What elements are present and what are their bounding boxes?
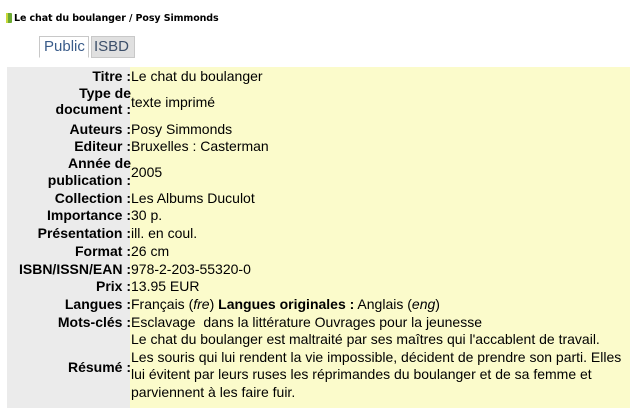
langues-label: Langues : bbox=[64, 296, 131, 312]
tab-public[interactable]: Public bbox=[39, 36, 89, 58]
view-tabs: Public ISBD bbox=[39, 36, 135, 58]
record-title: Le chat du boulanger / Posy Simmonds bbox=[14, 12, 219, 24]
titre-value: Le chat du boulanger bbox=[131, 68, 263, 84]
format-value: 26 cm bbox=[131, 243, 170, 259]
presentation-value: ill. en coul. bbox=[131, 225, 198, 241]
importance-value: 30 p. bbox=[131, 207, 163, 223]
prix-value: 13.95 EUR bbox=[131, 278, 200, 294]
annee-label-line1: Année de bbox=[67, 155, 131, 171]
collection-value[interactable]: Les Albums Duculot bbox=[131, 191, 255, 205]
langue: Français bbox=[131, 296, 185, 312]
mots-cles-value: Esclavage dans la littérature Ouvrages p… bbox=[131, 315, 482, 329]
annee-value: 2005 bbox=[131, 164, 163, 180]
auteurs-value[interactable]: Posy Simmonds bbox=[131, 122, 232, 136]
type-value: texte imprimé bbox=[131, 94, 216, 110]
langue-originale: Anglais bbox=[357, 296, 404, 312]
prix-label: Prix : bbox=[95, 278, 131, 294]
langues-value: Français (fre) Langues originales : Angl… bbox=[131, 296, 440, 312]
type-label-line2: document : bbox=[55, 101, 131, 117]
resume-label: Résumé : bbox=[67, 359, 131, 375]
importance-label: Importance : bbox=[46, 207, 131, 223]
langues-originales-label: Langues originales : bbox=[218, 296, 355, 312]
langue-originale-code: eng bbox=[411, 296, 436, 312]
annee-label-line2: publication : bbox=[47, 172, 131, 188]
format-label: Format : bbox=[75, 243, 131, 259]
editeur-value[interactable]: Bruxelles : Casterman bbox=[131, 139, 269, 153]
isbn-value: 978-2-203-55320-0 bbox=[131, 261, 251, 277]
editeur-label: Editeur : bbox=[74, 138, 131, 154]
book-icon bbox=[6, 13, 13, 23]
isbn-label: ISBN/ISSN/EAN : bbox=[18, 261, 131, 277]
subject-link-2[interactable]: Ouvrages pour la jeunesse bbox=[315, 314, 482, 330]
resume-value: Le chat du boulanger est maltraité par s… bbox=[131, 331, 622, 401]
auteurs-label: Auteurs : bbox=[69, 121, 131, 137]
collection-label: Collection : bbox=[54, 190, 131, 206]
record-detail-panel: Titre : Le chat du boulanger Type de doc… bbox=[7, 67, 630, 408]
subject-link-1[interactable]: Esclavage dans la littérature bbox=[131, 314, 311, 330]
type-label-line1: Type de bbox=[79, 85, 131, 101]
mots-cles-label: Mots-clés : bbox=[57, 314, 131, 330]
tab-isbd[interactable]: ISBD bbox=[91, 36, 135, 58]
titre-label: Titre : bbox=[92, 68, 131, 84]
presentation-label: Présentation : bbox=[37, 225, 131, 241]
langue-code: fre bbox=[193, 296, 210, 312]
record-header: Le chat du boulanger / Posy Simmonds bbox=[6, 9, 219, 27]
